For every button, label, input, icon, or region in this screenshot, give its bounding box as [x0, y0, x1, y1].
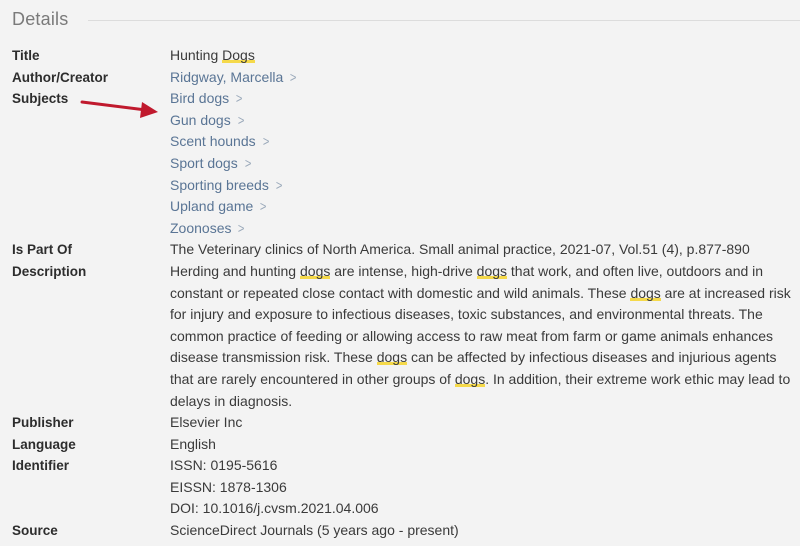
subject-link[interactable]: Zoonoses >	[170, 218, 246, 240]
field-label: Title	[12, 48, 40, 63]
field-value: Hunting Dogs	[170, 45, 797, 67]
identifier-eissn: EISSN: 1878-1306	[170, 478, 287, 495]
details-list: Title Hunting Dogs Author/Creator Ridgwa…	[12, 45, 797, 542]
subject-label: Scent hounds	[170, 133, 256, 150]
field-value: English	[170, 435, 216, 452]
field-identifier: Identifier ISSN: 0195-5616 EISSN: 1878-1…	[12, 455, 797, 520]
field-value: ScienceDirect Journals (5 years ago - pr…	[170, 522, 459, 539]
subjects-list: Bird dogs > Gun dogs > Scent hounds > Sport…	[170, 88, 797, 239]
subject-link[interactable]: Sporting breeds >	[170, 175, 283, 197]
author-name: Ridgway, Marcella	[170, 68, 284, 85]
description-text: Herding and hunting dogs are intense, hi…	[170, 261, 797, 412]
field-label: Author/Creator	[12, 69, 109, 85]
identifier-list: ISSN: 0195-5616 EISSN: 1878-1306 DOI: 10…	[170, 455, 797, 520]
chevron-right-icon: >	[244, 154, 252, 171]
field-label: Identifier	[12, 458, 70, 474]
field-value: Elsevier Inc	[170, 414, 243, 431]
field-language: Language English	[12, 434, 797, 456]
author-link[interactable]: Ridgway, Marcella >	[170, 67, 298, 89]
chevron-right-icon: >	[238, 219, 245, 236]
title-text: Hunting	[170, 47, 223, 63]
field-label: Source	[12, 523, 58, 539]
field-title: Title Hunting Dogs	[12, 45, 797, 67]
field-value: Ridgway, Marcella >	[170, 67, 797, 89]
search-term-highlight: dogs	[300, 262, 331, 279]
field-description: Description Herding and hunting dogs are…	[12, 261, 797, 412]
subject-link[interactable]: Sport dogs >	[170, 153, 252, 175]
subject-label: Sporting breeds	[170, 176, 269, 193]
identifier-issn: ISSN: 0195-5616	[170, 457, 278, 474]
subject-label: Zoonoses	[170, 219, 232, 236]
chevron-right-icon: >	[275, 176, 283, 193]
description-segment: are intense, high-drive	[330, 262, 477, 279]
chevron-right-icon: >	[290, 68, 297, 85]
identifier-doi: DOI: 10.1016/j.cvsm.2021.04.006	[170, 500, 379, 517]
field-publisher: Publisher Elsevier Inc	[12, 412, 797, 434]
field-label: Language	[12, 436, 76, 452]
subject-label: Upland game	[170, 198, 254, 215]
chevron-right-icon: >	[237, 111, 245, 128]
field-subjects: Subjects Bird dogs > Gun dogs > Scent houn…	[12, 88, 797, 239]
subject-link[interactable]: Bird dogs >	[170, 88, 243, 110]
subject-link[interactable]: Upland game >	[170, 196, 267, 218]
search-term-highlight: Dogs	[222, 47, 255, 63]
field-author: Author/Creator Ridgway, Marcella >	[12, 67, 797, 89]
chevron-right-icon: >	[260, 198, 267, 215]
chevron-right-icon: >	[262, 133, 269, 150]
section-title: Details	[12, 8, 69, 29]
subject-link[interactable]: Gun dogs >	[170, 110, 245, 132]
subject-label: Bird dogs	[170, 90, 230, 107]
field-value: The Veterinary clinics of North America.…	[170, 241, 750, 258]
subject-link[interactable]: Scent hounds >	[170, 131, 270, 153]
subject-label: Gun dogs	[170, 111, 231, 128]
details-section-header: Details	[12, 6, 800, 32]
chevron-right-icon: >	[235, 90, 243, 107]
field-label: Is Part Of	[12, 242, 73, 258]
description-segment: Herding and hunting	[170, 262, 300, 279]
search-term-highlight: dogs	[454, 370, 486, 387]
subject-label: Sport dogs	[170, 154, 238, 171]
field-source: Source ScienceDirect Journals (5 years a…	[12, 520, 797, 542]
search-term-highlight: dogs	[630, 284, 661, 301]
field-label: Description	[12, 263, 87, 279]
search-term-highlight: dogs	[376, 349, 408, 366]
field-label: Subjects	[12, 91, 69, 107]
field-is-part-of: Is Part Of The Veterinary clinics of Nor…	[12, 239, 797, 261]
search-term-highlight: dogs	[476, 262, 508, 279]
field-label: Publisher	[12, 415, 74, 431]
section-divider	[88, 19, 800, 21]
